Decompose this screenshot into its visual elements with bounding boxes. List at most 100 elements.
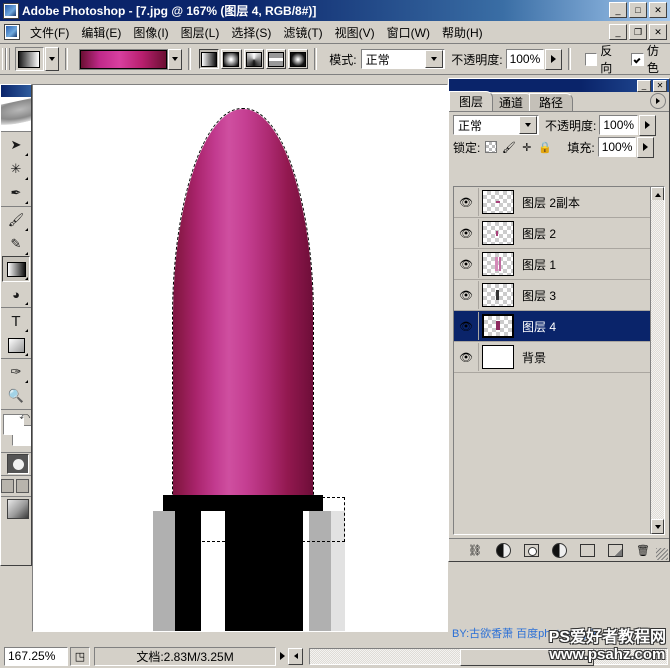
layer-thumbnail-cell[interactable]: [479, 345, 517, 369]
layer-row-5[interactable]: 👁 背景: [454, 342, 664, 373]
lock-transparent-pixels-icon[interactable]: [484, 141, 497, 154]
palette-menu-icon[interactable]: [650, 93, 666, 109]
eye-visibility-icon[interactable]: 👁: [454, 312, 479, 340]
menu-select[interactable]: 选择(S): [225, 22, 277, 43]
menu-view[interactable]: 视图(V): [329, 22, 381, 43]
scroll-left-button[interactable]: [288, 647, 303, 665]
reverse-checkbox[interactable]: [584, 52, 598, 66]
scroll-down-arrow[interactable]: [651, 519, 664, 534]
brush-tool-icon[interactable]: 🖌: [3, 208, 29, 232]
lock-all-icon[interactable]: 🔒: [538, 141, 552, 154]
palette-resize-handle[interactable]: [656, 548, 668, 560]
layer-row-2[interactable]: 👁 图层 1: [454, 249, 664, 280]
layer-thumbnail-cell[interactable]: [479, 314, 517, 338]
layer-thumbnail-cell[interactable]: [479, 221, 517, 245]
chevron-down-icon[interactable]: [425, 50, 444, 68]
linear-gradient-button[interactable]: [199, 49, 220, 69]
new-layer-icon[interactable]: [607, 543, 623, 558]
eyedropper-tool-icon[interactable]: ✑: [3, 360, 29, 384]
lock-image-pixels-icon[interactable]: 🖌: [502, 141, 516, 154]
menu-filter[interactable]: 滤镜(T): [277, 22, 328, 43]
swap-colors-icon[interactable]: ⤺: [19, 411, 30, 422]
lasso-tool-icon[interactable]: ✒: [3, 181, 29, 205]
jump-to-imageready-icon[interactable]: [7, 499, 29, 519]
tab-layers[interactable]: 图层: [449, 91, 494, 111]
menu-edit[interactable]: 编辑(E): [75, 22, 127, 43]
tool-preset-dropdown-button[interactable]: [44, 47, 60, 71]
fill-input[interactable]: 100%: [597, 137, 637, 157]
layer-opacity-slider-button[interactable]: [639, 114, 657, 136]
minimize-button[interactable]: _: [609, 2, 627, 18]
type-tool-icon[interactable]: T: [3, 309, 29, 333]
zoom-tool-icon[interactable]: 🔍: [3, 384, 29, 408]
eye-visibility-icon[interactable]: 👁: [454, 219, 479, 247]
zoom-level-input[interactable]: 167.25%: [4, 646, 68, 666]
layer-row-0[interactable]: 👁 图层 2副本: [454, 187, 664, 218]
adjustment-layer-icon[interactable]: [551, 542, 567, 558]
move-tool-icon[interactable]: ➤: [3, 133, 29, 157]
layer-thumbnail-cell[interactable]: [479, 283, 517, 307]
layer-list[interactable]: 👁 图层 2副本 👁 图层 2 👁 图层 1 👁 图层 3 👁 图层 4 👁 背…: [453, 186, 665, 535]
menu-file[interactable]: 文件(F): [24, 22, 75, 43]
eye-visibility-icon[interactable]: 👁: [454, 188, 479, 216]
radial-gradient-button[interactable]: [221, 49, 242, 69]
new-group-icon[interactable]: [579, 543, 595, 558]
gradient-preview-swatch[interactable]: [80, 49, 167, 69]
close-button[interactable]: ✕: [649, 2, 667, 18]
angle-gradient-button[interactable]: [243, 49, 264, 69]
document-window-controls: _ ❐ ✕: [609, 24, 667, 40]
info-popup-icon[interactable]: [280, 652, 285, 660]
menu-image[interactable]: 图像(I): [127, 22, 174, 43]
healing-brush-tool-icon[interactable]: ✎: [3, 232, 29, 256]
doc-restore-button[interactable]: ❐: [629, 24, 647, 40]
layer-thumbnail-cell[interactable]: [479, 252, 517, 276]
palette-close-button[interactable]: ✕: [653, 79, 667, 92]
blur-tool-icon[interactable]: ◕: [3, 282, 29, 306]
toolbox-titlebar[interactable]: [1, 85, 31, 97]
tool-preset-picker[interactable]: [14, 47, 44, 71]
palette-minimize-button[interactable]: _: [637, 79, 651, 92]
link-layers-icon[interactable]: ⛓: [467, 543, 483, 558]
layer-list-scrollbar[interactable]: [650, 187, 664, 534]
menu-help[interactable]: 帮助(H): [436, 22, 489, 43]
gradient-picker-dropdown-button[interactable]: [167, 48, 183, 70]
layer-thumbnail-cell[interactable]: [479, 190, 517, 214]
blend-mode-select[interactable]: 正常: [360, 49, 446, 69]
opacity-input[interactable]: 100%: [505, 49, 545, 69]
full-screen-icon[interactable]: [16, 479, 29, 493]
options-bar-gripper[interactable]: [1, 46, 10, 72]
menu-window[interactable]: 窗口(W): [381, 22, 436, 43]
reflected-gradient-button[interactable]: [265, 49, 287, 69]
fill-slider-button[interactable]: [637, 136, 655, 158]
opacity-slider-button[interactable]: [545, 48, 562, 70]
eye-visibility-icon[interactable]: 👁: [454, 250, 479, 278]
quick-mask-icon[interactable]: [7, 454, 29, 474]
layer-row-3[interactable]: 👁 图层 3: [454, 280, 664, 311]
layer-row-1[interactable]: 👁 图层 2: [454, 218, 664, 249]
document-preview-icon[interactable]: ◳: [70, 646, 90, 666]
gradient-tool-icon[interactable]: [2, 256, 30, 282]
doc-minimize-button[interactable]: _: [609, 24, 627, 40]
standard-screen-icon[interactable]: [1, 479, 14, 493]
magic-wand-tool-icon[interactable]: ✳: [3, 157, 29, 181]
maximize-button[interactable]: □: [629, 2, 647, 18]
scrollbar-track[interactable]: [651, 200, 664, 521]
dither-checkbox[interactable]: [631, 52, 644, 66]
eye-visibility-icon[interactable]: 👁: [454, 343, 479, 371]
layer-blend-mode-select[interactable]: 正常: [453, 115, 539, 135]
delete-layer-icon[interactable]: 🗑: [635, 543, 651, 558]
layer-mask-icon[interactable]: [523, 543, 539, 558]
layer-row-4[interactable]: 👁 图层 4: [454, 311, 664, 342]
doc-close-button[interactable]: ✕: [649, 24, 667, 40]
eye-visibility-icon[interactable]: 👁: [454, 281, 479, 309]
chevron-down-icon[interactable]: [519, 116, 537, 134]
shape-tool-icon[interactable]: [3, 333, 29, 357]
diamond-gradient-button[interactable]: [288, 49, 309, 69]
layer-opacity-input[interactable]: 100%: [599, 115, 639, 135]
menu-layer[interactable]: 图层(L): [175, 22, 226, 43]
layer-style-icon[interactable]: [495, 542, 511, 558]
tab-paths[interactable]: 路径: [529, 93, 574, 111]
canvas-area[interactable]: [33, 85, 447, 631]
tab-channels[interactable]: 通道: [489, 93, 534, 111]
lock-position-icon[interactable]: ✛: [520, 141, 533, 154]
